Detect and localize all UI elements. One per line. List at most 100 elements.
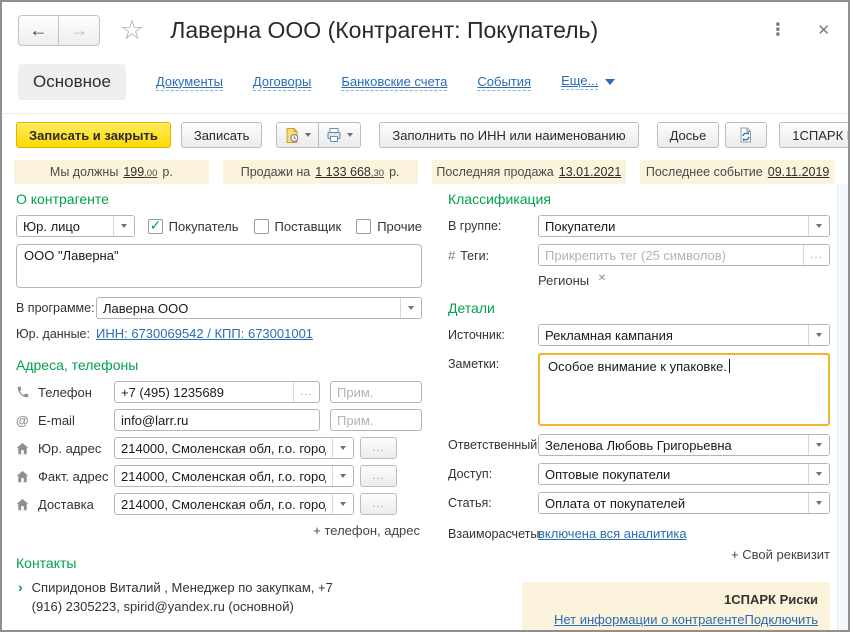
last-sale-label: Последняя продажа xyxy=(436,165,553,179)
phone-note-input[interactable] xyxy=(331,382,421,402)
entity-type-row: Покупатель Поставщик Прочие xyxy=(16,215,422,237)
ellipsis-button[interactable]: ... xyxy=(360,465,397,487)
vertical-scrollbar[interactable] xyxy=(837,184,848,630)
ellipsis-button[interactable]: ... xyxy=(360,437,397,459)
spark-panel-title: 1СПАРК Риски xyxy=(724,592,818,607)
attach-print-group xyxy=(276,122,361,148)
dossier-button[interactable]: Досье xyxy=(657,122,720,148)
print-button[interactable] xyxy=(319,122,361,148)
checkbox-other[interactable]: Прочие xyxy=(356,219,422,234)
ellipsis-button[interactable]: ... xyxy=(803,245,829,265)
notes-textarea[interactable]: Особое внимание к упаковке. xyxy=(538,353,830,426)
tab-more[interactable]: Еще... xyxy=(561,73,615,91)
spark-connect-link[interactable]: Подключить xyxy=(744,612,818,627)
file-clock-icon xyxy=(284,127,300,143)
entity-type-combo xyxy=(16,215,135,237)
we-owe-link[interactable]: 199,00 xyxy=(123,165,157,179)
dropdown-button[interactable] xyxy=(808,216,829,236)
section-details-header: Детали xyxy=(448,301,830,316)
ellipsis-button[interactable]: ... xyxy=(293,382,319,402)
last-event-panel: Последнее событие 09.11.2019 xyxy=(640,160,835,184)
last-sale-link[interactable]: 13.01.2021 xyxy=(559,165,622,179)
spark-risks-button[interactable]: 1СПАРК Риски xyxy=(779,122,850,148)
save-button[interactable]: Записать xyxy=(181,122,263,148)
ellipsis-button[interactable]: ... xyxy=(360,493,397,515)
phone-input[interactable] xyxy=(115,382,293,402)
fill-by-inn-button[interactable]: Заполнить по ИНН или наименованию xyxy=(379,122,638,148)
tab-more-label: Еще... xyxy=(561,73,598,90)
tag-remove-icon[interactable]: ✕ xyxy=(598,273,606,284)
phone-row: Телефон ... xyxy=(16,381,422,403)
phone-icon xyxy=(16,385,38,399)
last-event-link[interactable]: 09.11.2019 xyxy=(768,165,830,179)
dropdown-button[interactable] xyxy=(808,435,829,455)
checkbox-supplier[interactable]: Поставщик xyxy=(254,219,342,234)
delivery-address-combo xyxy=(114,493,354,515)
entity-type-input[interactable] xyxy=(17,216,113,236)
checkbox-icon xyxy=(254,219,269,234)
tab-contracts[interactable]: Договоры xyxy=(253,74,311,91)
dropdown-button[interactable] xyxy=(808,493,829,513)
phone-note-field xyxy=(330,381,422,403)
sync-document-button[interactable] xyxy=(725,122,767,148)
delivery-address-input[interactable] xyxy=(115,494,332,514)
dropdown-button[interactable] xyxy=(400,298,421,318)
source-label: Источник: xyxy=(448,328,538,342)
custom-attribute-link[interactable]: + Свой реквизит xyxy=(731,547,830,562)
back-button[interactable]: ← xyxy=(18,15,59,46)
full-name-textarea[interactable]: ООО "Лаверна" xyxy=(16,244,422,288)
left-column: О контрагенте Покупатель Поставщик xyxy=(16,192,422,632)
tag-chip-row: Регионы ✕ xyxy=(538,273,830,288)
tab-main[interactable]: Основное xyxy=(18,64,126,100)
dropdown-button[interactable] xyxy=(332,466,353,486)
page-title: Лаверна ООО (Контрагент: Покупатель) xyxy=(170,17,598,44)
source-input[interactable] xyxy=(539,325,808,345)
tags-input[interactable] xyxy=(539,245,803,265)
sales-label: Продажи на xyxy=(241,165,311,179)
legal-address-input[interactable] xyxy=(115,438,332,458)
phone-field: ... xyxy=(114,381,320,403)
dropdown-button[interactable] xyxy=(808,464,829,484)
article-input[interactable] xyxy=(539,493,808,513)
tab-bank-accounts[interactable]: Банковские счета xyxy=(341,74,447,91)
inn-kpp-link[interactable]: ИНН: 6730069542 / КПП: 673001001 xyxy=(96,326,313,341)
in-program-input[interactable] xyxy=(97,298,400,318)
tab-events[interactable]: События xyxy=(477,74,531,91)
email-note-input[interactable] xyxy=(331,410,421,430)
access-input[interactable] xyxy=(539,464,808,484)
sales-link[interactable]: 1 133 668,30 xyxy=(315,165,384,179)
legal-address-row: Юр. адрес ... xyxy=(16,437,422,459)
spark-no-info-link[interactable]: Нет информации о контрагенте xyxy=(554,612,745,627)
favorite-star-icon[interactable]: ☆ xyxy=(120,17,144,44)
save-and-close-button[interactable]: Записать и закрыть xyxy=(16,122,171,148)
legal-address-label: Юр. адрес xyxy=(38,441,114,456)
dropdown-button[interactable] xyxy=(332,438,353,458)
kebab-menu-icon[interactable]: ⋮ xyxy=(764,18,791,42)
checkbox-buyer[interactable]: Покупатель xyxy=(148,219,239,234)
notes-text: Особое внимание к упаковке. xyxy=(548,359,727,374)
fact-address-row: Факт. адрес ... xyxy=(16,465,422,487)
section-about-header: О контрагенте xyxy=(16,192,422,207)
add-phone-address-link[interactable]: + телефон, адрес xyxy=(313,523,420,538)
dropdown-button[interactable] xyxy=(332,494,353,514)
command-bar: Записать и закрыть Записать xyxy=(2,114,848,156)
attached-files-button[interactable] xyxy=(276,122,319,148)
fact-address-combo xyxy=(114,465,354,487)
close-icon[interactable]: ✕ xyxy=(817,21,830,39)
form-body: О контрагенте Покупатель Поставщик xyxy=(2,184,848,632)
dropdown-button[interactable] xyxy=(113,216,134,236)
settlements-link[interactable]: включена вся аналитика xyxy=(538,526,687,541)
fact-address-input[interactable] xyxy=(115,466,332,486)
last-sale-panel: Последняя продажа 13.01.2021 xyxy=(432,160,627,184)
responsible-input[interactable] xyxy=(539,435,808,455)
forward-button[interactable]: → xyxy=(59,15,100,46)
email-input[interactable] xyxy=(115,410,319,430)
tab-documents[interactable]: Документы xyxy=(156,74,223,91)
group-input[interactable] xyxy=(539,216,808,236)
dropdown-arrow-icon xyxy=(347,133,353,137)
email-note-field xyxy=(330,409,422,431)
we-owe-panel: Мы должны 199,00 р. xyxy=(14,160,209,184)
dropdown-button[interactable] xyxy=(808,325,829,345)
contact-entry-link[interactable]: Спиридонов Виталий , Менеджер по закупка… xyxy=(32,579,366,617)
checkbox-label: Прочие xyxy=(377,219,422,234)
